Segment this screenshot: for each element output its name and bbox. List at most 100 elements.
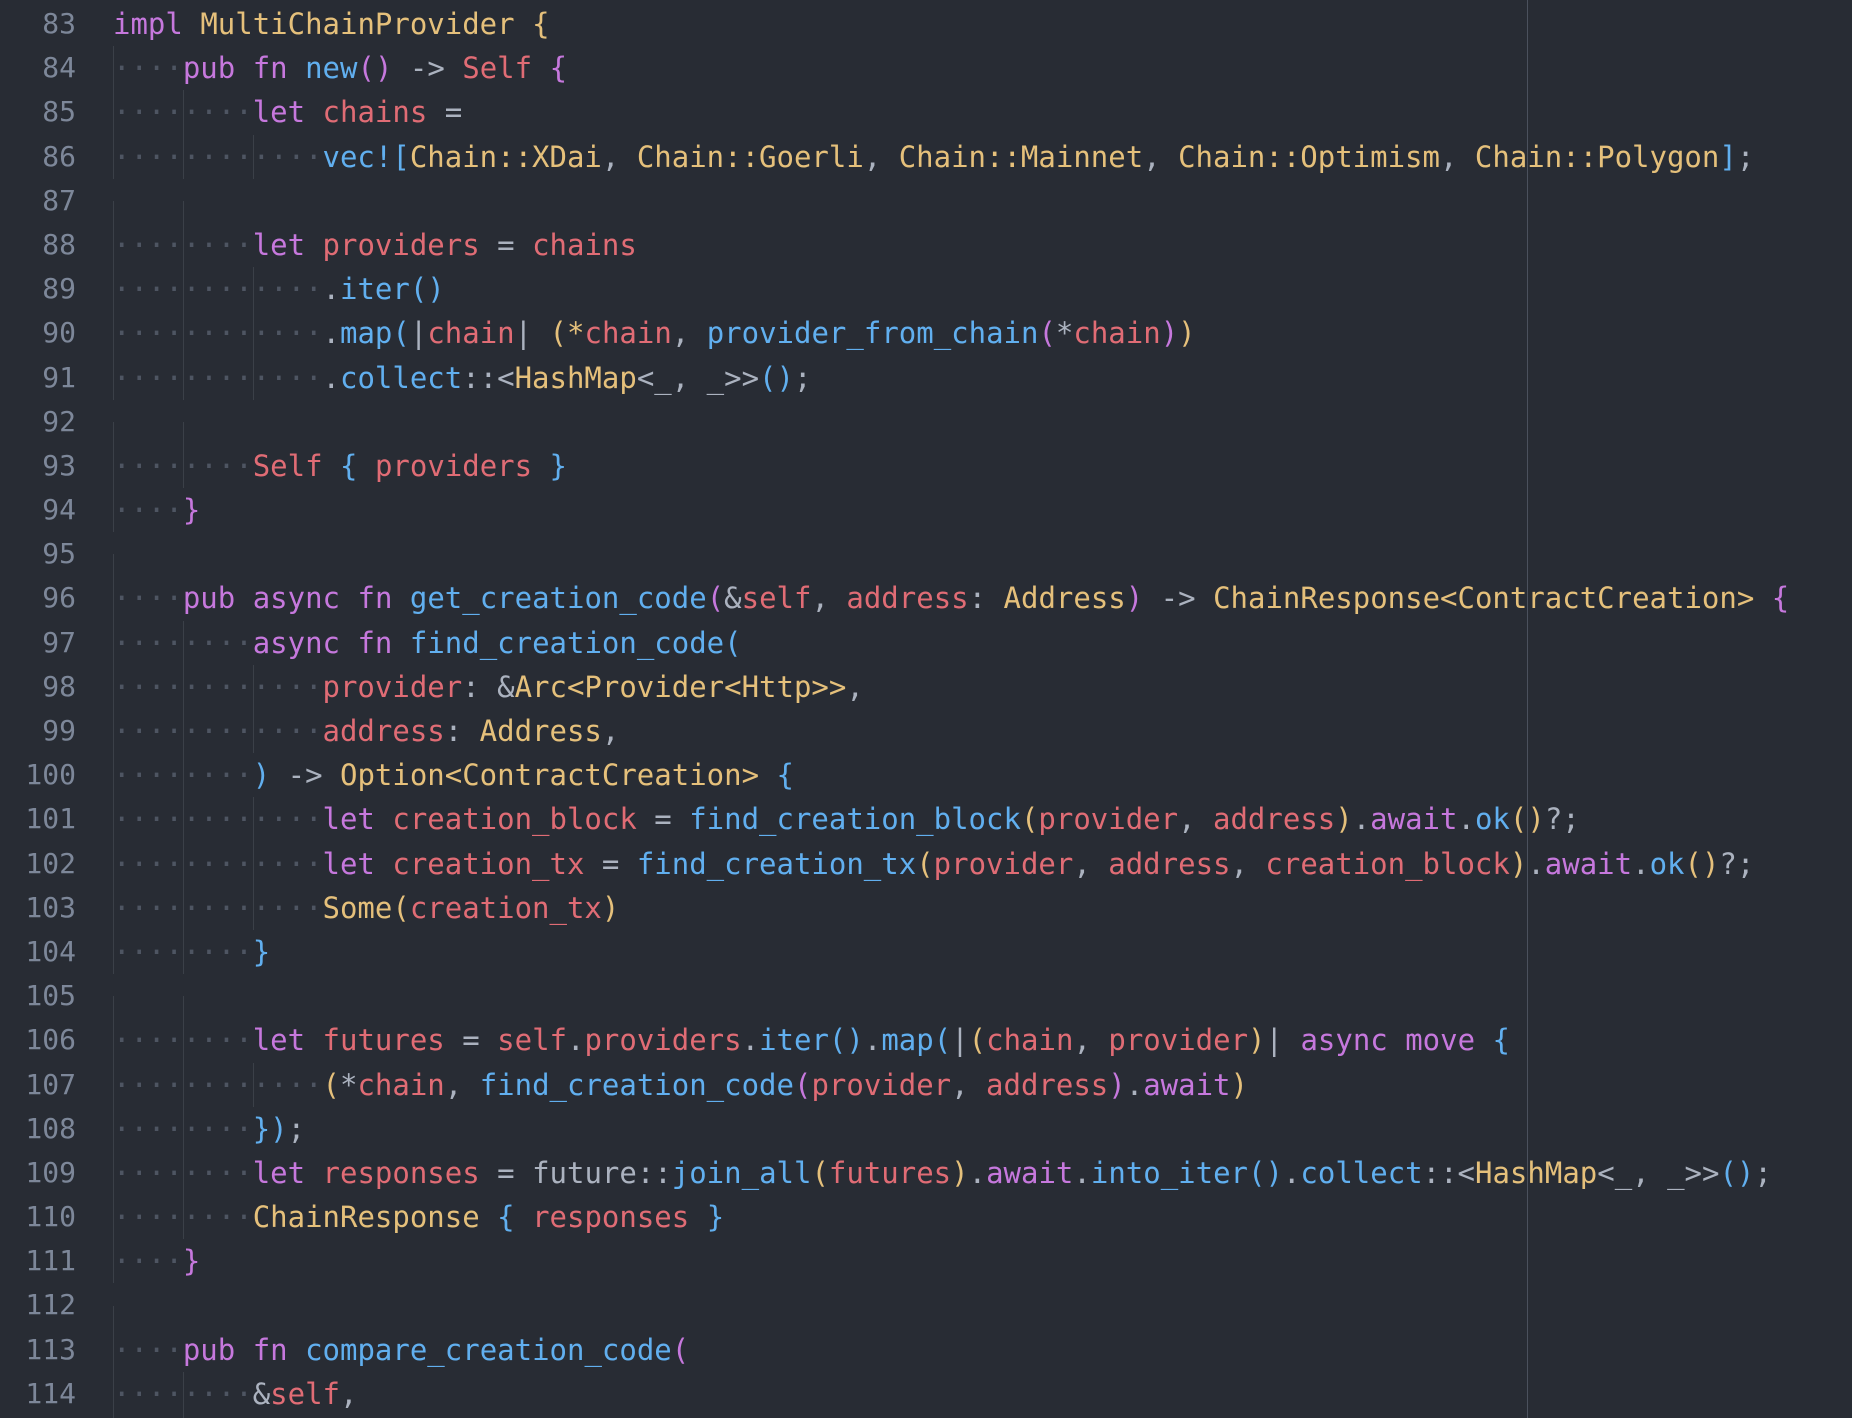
token-op: = bbox=[636, 802, 690, 837]
code-lines-container[interactable]: 83 impl MultiChainProvider { 84 ····pub fn … bbox=[0, 0, 1852, 1418]
token-var: providers bbox=[374, 448, 533, 483]
code-line-content[interactable]: ············let creation_tx = find_creat… bbox=[88, 841, 1852, 886]
line-number: 95 bbox=[42, 537, 76, 571]
token-op: * bbox=[339, 1067, 358, 1102]
line-number: 84 bbox=[42, 51, 76, 85]
code-line[interactable]: 89 ············.iter() bbox=[0, 267, 1852, 312]
code-line[interactable]: 93 ········Self { providers } bbox=[0, 443, 1852, 489]
code-line[interactable]: 90 ············.map(|chain| (*chain, prov… bbox=[0, 311, 1852, 356]
whitespace-markers: ············ bbox=[113, 846, 323, 881]
token-var: provider bbox=[933, 846, 1074, 881]
token-kw: impl bbox=[113, 7, 183, 41]
code-line[interactable]: 84 ····pub fn new() -> Self { bbox=[0, 46, 1852, 91]
token-op bbox=[305, 1023, 322, 1057]
token-br2: { bbox=[1492, 1023, 1510, 1058]
code-line-content[interactable]: ····} bbox=[88, 488, 1852, 533]
token-kw: await bbox=[1370, 802, 1458, 837]
whitespace-markers: ········ bbox=[113, 1111, 253, 1146]
token-var: chains bbox=[322, 95, 428, 130]
code-line-content[interactable]: ············provider: &Arc<Provider<Http… bbox=[88, 664, 1852, 709]
code-line[interactable]: 92 bbox=[0, 400, 1852, 466]
code-line-content[interactable]: ············vec![Chain::XDai, Chain::Goe… bbox=[88, 134, 1852, 179]
token-op bbox=[515, 7, 532, 41]
code-line-content[interactable]: ············(*chain, find_creation_code(… bbox=[88, 1062, 1852, 1107]
code-line[interactable]: 109 ········let responses = future::join_… bbox=[0, 1150, 1852, 1196]
whitespace-markers: ············ bbox=[113, 360, 323, 395]
code-line[interactable]: 98 ············provider: &Arc<Provider<Ht… bbox=[0, 664, 1852, 709]
code-line-content[interactable]: ········let providers = chains bbox=[88, 222, 1852, 268]
code-line-content[interactable]: ············.iter() bbox=[88, 267, 1852, 312]
code-line[interactable]: 108 ········}); bbox=[0, 1106, 1852, 1151]
token-op: | bbox=[951, 1023, 969, 1058]
token-plain: future:: bbox=[532, 1155, 672, 1190]
code-line[interactable]: 97 ········async fn find_creation_code( bbox=[0, 620, 1852, 665]
code-line[interactable]: 113 ····pub fn compare_creation_code( bbox=[0, 1327, 1852, 1372]
token-op: , bbox=[951, 1067, 987, 1102]
code-line[interactable]: 114 ········&self, bbox=[0, 1371, 1852, 1416]
code-line-content[interactable]: ········Self { providers } bbox=[88, 443, 1852, 489]
code-line-content[interactable]: ········&self, bbox=[88, 1371, 1852, 1416]
code-line-content[interactable]: ············let creation_block = find_cr… bbox=[88, 797, 1852, 842]
code-line-content[interactable]: ········ChainResponse { responses } bbox=[88, 1195, 1852, 1240]
token-br2: [ bbox=[392, 139, 410, 174]
code-line-content[interactable]: ········let responses = future::join_all… bbox=[88, 1150, 1852, 1196]
token-op bbox=[532, 51, 549, 85]
code-line[interactable]: 101 ············let creation_block = find… bbox=[0, 797, 1852, 842]
line-number: 103 bbox=[25, 890, 76, 924]
line-number: 97 bbox=[42, 625, 76, 659]
code-line[interactable]: 112 bbox=[0, 1283, 1852, 1350]
token-op: & bbox=[252, 1376, 271, 1411]
code-line-content[interactable]: ········let chains = bbox=[88, 90, 1852, 135]
code-line-content[interactable]: impl MultiChainProvider { bbox=[88, 2, 1852, 46]
line-number: 112 bbox=[25, 1288, 76, 1322]
code-line-content[interactable]: ············Some(creation_tx) bbox=[88, 885, 1852, 930]
code-line-content[interactable]: ········) -> Option<ContractCreation> { bbox=[88, 753, 1852, 798]
code-line[interactable]: 85 ········let chains = bbox=[0, 90, 1852, 135]
code-line-content[interactable]: ············.map(|chain| (*chain, provid… bbox=[88, 311, 1852, 356]
code-line[interactable]: 87 bbox=[0, 179, 1852, 246]
code-line[interactable]: 88 ········let providers = chains bbox=[0, 222, 1852, 268]
token-kw: let bbox=[252, 1155, 306, 1190]
code-line-content[interactable]: ····pub fn new() -> Self { bbox=[88, 46, 1852, 91]
whitespace-markers: ········ bbox=[113, 1023, 253, 1058]
code-line[interactable]: 91 ············.collect::<HashMap<_, _>>(… bbox=[0, 355, 1852, 400]
code-line[interactable]: 95 bbox=[0, 532, 1852, 599]
token-br0: ( bbox=[549, 316, 568, 351]
code-editor[interactable]: 83 impl MultiChainProvider { 84 ····pub fn … bbox=[0, 0, 1852, 1418]
code-line[interactable]: 111 ····} bbox=[0, 1239, 1852, 1284]
token-var: provider bbox=[811, 1067, 952, 1102]
line-number: 90 bbox=[42, 316, 76, 350]
code-line[interactable]: 94 ····} bbox=[0, 488, 1852, 533]
code-line[interactable]: 104 ········} bbox=[0, 929, 1852, 975]
token-op bbox=[392, 581, 409, 615]
token-op bbox=[305, 1156, 322, 1190]
code-line-content[interactable]: ········}); bbox=[88, 1106, 1852, 1151]
code-line[interactable]: 110 ········ChainResponse { responses } bbox=[0, 1195, 1852, 1240]
code-line-content[interactable]: ········} bbox=[88, 929, 1852, 975]
code-line[interactable]: 102 ············let creation_tx = find_cr… bbox=[0, 841, 1852, 886]
token-op: | bbox=[1265, 1023, 1301, 1058]
code-line[interactable]: 100 ········) -> Option<ContractCreation>… bbox=[0, 753, 1852, 798]
code-line[interactable]: 105 bbox=[0, 974, 1852, 1041]
code-line[interactable]: 107 ············(*chain, find_creation_co… bbox=[0, 1062, 1852, 1107]
code-line-content[interactable]: ····pub fn compare_creation_code( bbox=[88, 1327, 1852, 1372]
line-number: 113 bbox=[25, 1332, 76, 1366]
code-line[interactable]: 103 ············Some(creation_tx) bbox=[0, 885, 1852, 930]
code-line-content[interactable]: ············address: Address, bbox=[88, 709, 1852, 754]
line-number: 93 bbox=[42, 448, 76, 482]
code-line-content[interactable]: ····pub async fn get_creation_code(&self… bbox=[88, 576, 1852, 621]
code-line-content[interactable]: ············.collect::<HashMap<_, _>>(); bbox=[88, 355, 1852, 400]
code-line[interactable]: 83 impl MultiChainProvider { bbox=[0, 2, 1852, 46]
code-line-content[interactable]: ········async fn find_creation_code( bbox=[88, 620, 1852, 665]
token-fnc: iter bbox=[339, 272, 410, 307]
line-number: 105 bbox=[25, 979, 76, 1013]
code-line-content[interactable]: ····} bbox=[88, 1239, 1852, 1284]
code-line[interactable]: 86 ············vec![Chain::XDai, Chain::G… bbox=[0, 134, 1852, 179]
code-line[interactable]: 96 ····pub async fn get_creation_code(&se… bbox=[0, 576, 1852, 621]
token-op bbox=[305, 95, 322, 129]
token-fnc: find_creation_code bbox=[409, 625, 725, 660]
code-line[interactable]: 106 ········let futures = self.providers.… bbox=[0, 1018, 1852, 1063]
token-op: | bbox=[514, 316, 550, 351]
code-line[interactable]: 99 ············address: Address, bbox=[0, 709, 1852, 754]
code-line-content[interactable]: ········let futures = self.providers.ite… bbox=[88, 1018, 1852, 1063]
